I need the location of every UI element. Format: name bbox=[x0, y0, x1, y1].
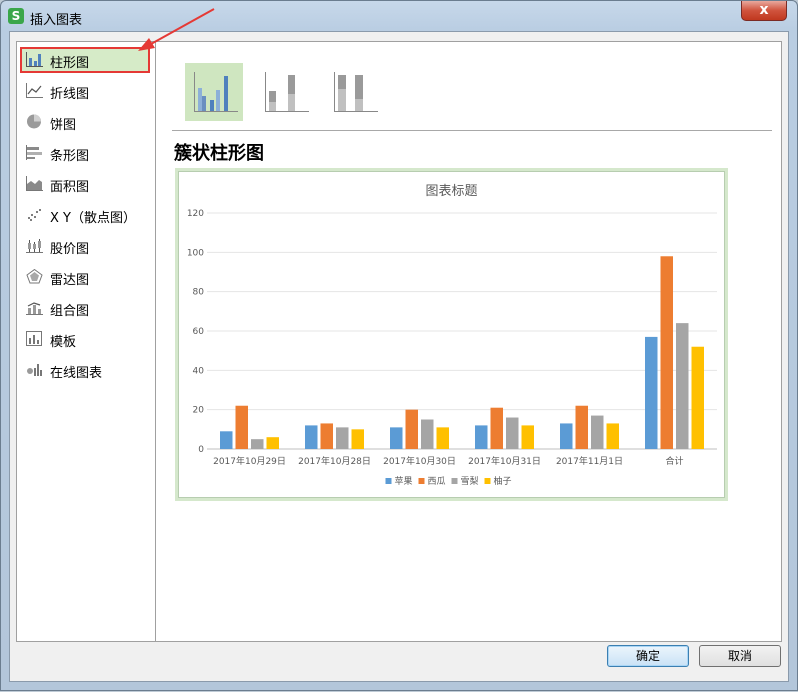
chart-subtype-title: 簇状柱形图 bbox=[174, 143, 264, 164]
sidebar-item-combo[interactable]: 组合图 bbox=[20, 295, 150, 321]
bar bbox=[235, 405, 248, 449]
sidebar-item-label: X Y（散点图） bbox=[50, 211, 136, 226]
legend-label: 柚子 bbox=[494, 475, 512, 487]
sidebar-item-label: 折线图 bbox=[50, 87, 90, 102]
x-tick-label: 合计 bbox=[665, 455, 683, 467]
legend-swatch bbox=[385, 478, 392, 484]
bar bbox=[645, 336, 658, 449]
bar-chart-icon bbox=[26, 52, 43, 67]
line-chart-icon bbox=[26, 83, 43, 98]
sidebar-item-scatter[interactable]: X Y（散点图） bbox=[20, 202, 150, 228]
bar bbox=[436, 427, 449, 449]
legend-label: 苹果 bbox=[395, 475, 413, 487]
sidebar-item-label: 柱形图 bbox=[50, 56, 90, 71]
percent-stacked-column-icon bbox=[334, 72, 378, 112]
bar bbox=[405, 409, 418, 449]
bar bbox=[475, 425, 488, 449]
y-tick-label: 0 bbox=[198, 445, 204, 455]
y-tick-label: 120 bbox=[187, 209, 204, 219]
bar bbox=[220, 431, 233, 449]
chart-preview-area: 簇状柱形图 图表标题 0 20 40 60 80 100 120 2017年10月29日 201… bbox=[156, 41, 782, 642]
sidebar-item-online-chart[interactable]: 在线图表 bbox=[20, 357, 150, 383]
bar bbox=[560, 423, 573, 449]
bar bbox=[266, 437, 279, 449]
bar bbox=[575, 405, 588, 449]
template-icon bbox=[26, 331, 42, 346]
sidebar-item-template[interactable]: 模板 bbox=[20, 326, 150, 352]
bar bbox=[390, 427, 403, 449]
x-tick-label: 2017年10月31日 bbox=[468, 455, 541, 467]
area-chart-icon bbox=[26, 176, 43, 191]
legend-swatch bbox=[451, 478, 458, 484]
insert-chart-dialog: S 插入图表 x 柱形图 折线图 饼图 条形图 面积图 X Y（散点图） 股价图… bbox=[0, 0, 798, 691]
clustered-column-icon bbox=[194, 72, 238, 112]
bar bbox=[320, 423, 333, 449]
sidebar-item-horizontal-bar[interactable]: 条形图 bbox=[20, 140, 150, 166]
sidebar-item-label: 组合图 bbox=[50, 304, 90, 319]
sidebar-item-radar[interactable]: 雷达图 bbox=[20, 264, 150, 290]
sidebar-item-area[interactable]: 面积图 bbox=[20, 171, 150, 197]
y-tick-label: 20 bbox=[193, 406, 205, 416]
sidebar-item-pie[interactable]: 饼图 bbox=[20, 109, 150, 135]
bar bbox=[676, 323, 689, 449]
subtype-percent-stacked-column[interactable] bbox=[325, 63, 383, 121]
y-tick-label: 80 bbox=[193, 288, 205, 298]
bar bbox=[251, 439, 264, 449]
chart-type-list: 柱形图 折线图 饼图 条形图 面积图 X Y（散点图） 股价图 雷达图 组合图 … bbox=[16, 41, 156, 642]
sidebar-item-line[interactable]: 折线图 bbox=[20, 78, 150, 104]
pie-chart-icon bbox=[27, 114, 41, 129]
legend-swatch bbox=[484, 478, 491, 484]
x-tick-label: 2017年11月1日 bbox=[556, 455, 623, 467]
sidebar-item-label: 面积图 bbox=[50, 180, 90, 195]
window-title: 插入图表 bbox=[30, 13, 83, 28]
ok-button[interactable]: 确定 bbox=[607, 645, 689, 667]
horizontal-bar-chart-icon bbox=[26, 145, 42, 160]
bar bbox=[660, 256, 673, 449]
subtype-clustered-column[interactable] bbox=[185, 63, 243, 121]
bar bbox=[606, 423, 619, 449]
y-tick-label: 100 bbox=[187, 248, 204, 258]
chart-frame: 图表标题 0 20 40 60 80 100 120 2017年10月29日 2017年10月2… bbox=[178, 171, 725, 498]
scatter-chart-icon bbox=[28, 209, 41, 221]
cancel-button[interactable]: 取消 bbox=[699, 645, 781, 667]
stacked-column-icon bbox=[265, 72, 309, 112]
radar-chart-icon bbox=[26, 269, 43, 284]
stock-chart-icon bbox=[26, 239, 43, 253]
sidebar-item-label: 饼图 bbox=[50, 118, 77, 133]
subtype-stacked-column[interactable] bbox=[256, 63, 314, 121]
bar bbox=[591, 415, 604, 449]
legend-label: 西瓜 bbox=[428, 476, 446, 487]
sidebar-item-label: 股价图 bbox=[50, 242, 90, 257]
y-tick-label: 40 bbox=[193, 366, 205, 376]
bar bbox=[691, 346, 704, 449]
chart-preview: 图表标题 0 20 40 60 80 100 120 2017年10月29日 2017年10月2… bbox=[175, 168, 728, 501]
sidebar-item-stock[interactable]: 股价图 bbox=[20, 233, 150, 259]
bar bbox=[351, 429, 364, 449]
bar bbox=[336, 427, 349, 449]
legend-label: 雪梨 bbox=[461, 475, 479, 487]
bar bbox=[490, 407, 503, 449]
x-tick-label: 2017年10月28日 bbox=[298, 455, 371, 467]
close-button[interactable]: x bbox=[741, 1, 787, 21]
dialog-body: 柱形图 折线图 饼图 条形图 面积图 X Y（散点图） 股价图 雷达图 组合图 … bbox=[9, 31, 789, 682]
title-bar[interactable]: S 插入图表 x bbox=[1, 1, 797, 31]
online-chart-icon bbox=[27, 364, 42, 376]
bar bbox=[521, 425, 534, 449]
bar bbox=[421, 419, 434, 449]
sidebar-item-label: 条形图 bbox=[50, 149, 90, 164]
y-tick-label: 60 bbox=[193, 327, 205, 337]
combo-chart-icon bbox=[26, 302, 43, 315]
x-tick-label: 2017年10月29日 bbox=[213, 455, 286, 467]
x-tick-label: 2017年10月30日 bbox=[383, 455, 456, 467]
sidebar-item-label: 模板 bbox=[50, 335, 77, 350]
wps-spreadsheet-icon: S bbox=[8, 8, 24, 24]
chart-svg: 0 20 40 60 80 100 120 2017年10月29日 2017年10月28日 201… bbox=[187, 209, 717, 487]
bar bbox=[506, 417, 519, 449]
sidebar-item-label: 雷达图 bbox=[50, 273, 90, 288]
bar bbox=[305, 425, 318, 449]
divider bbox=[172, 130, 772, 131]
sidebar-item-column[interactable]: 柱形图 bbox=[20, 47, 150, 73]
legend-swatch bbox=[418, 478, 425, 484]
sidebar-item-label: 在线图表 bbox=[50, 366, 103, 381]
